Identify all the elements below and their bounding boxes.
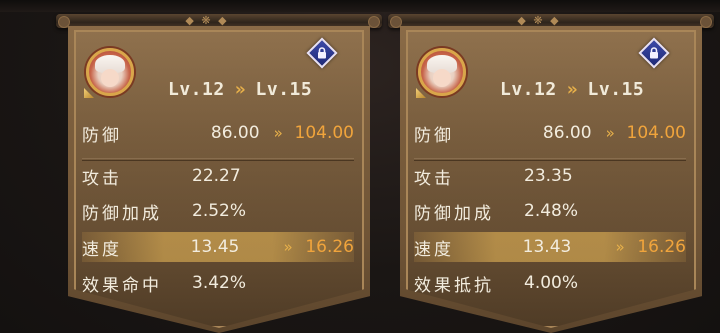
character-portrait[interactable] xyxy=(418,48,466,96)
substat-row-highlighted: 速度 13.45 » 16.26 xyxy=(82,232,354,262)
stat-label: 效果抵抗 xyxy=(414,275,494,296)
stat-value: 23.35 xyxy=(524,166,573,186)
stat-label: 防御 xyxy=(414,125,454,146)
stat-next-value: 16.26 xyxy=(637,237,686,257)
stat-label: 速度 xyxy=(414,239,454,260)
substat-row: 效果抵抗 4.00% xyxy=(414,268,686,298)
upgrade-arrow-icon: » xyxy=(283,238,293,256)
stat-label: 效果命中 xyxy=(82,275,162,296)
stat-label: 速度 xyxy=(82,239,122,260)
substat-row: 攻击 22.27 xyxy=(82,158,354,191)
upgrade-arrow-icon: » xyxy=(273,124,283,142)
stat-value: 4.00% xyxy=(524,273,579,293)
substat-row: 攻击 23.35 xyxy=(414,158,686,191)
stat-label: 防御 xyxy=(82,125,122,146)
stat-value: 2.48% xyxy=(524,201,579,221)
stat-value: 13.45 xyxy=(190,237,240,257)
main-stat-row: 防御 86.00 » 104.00 xyxy=(414,118,686,148)
lock-icon xyxy=(645,44,663,62)
character-portrait[interactable] xyxy=(86,48,134,96)
substat-row: 防御加成 2.48% xyxy=(414,196,686,226)
level-from: Lv.12 xyxy=(500,78,557,100)
substat-row: 防御加成 2.52% xyxy=(82,196,354,226)
stat-value: 22.27 xyxy=(192,166,241,186)
stat-next-value: 16.26 xyxy=(305,237,354,257)
banner-rod: ◆ ❋ ◆ xyxy=(388,14,714,28)
stat-value: 13.43 xyxy=(522,237,572,257)
level-progression: Lv.12 » Lv.15 xyxy=(168,74,312,104)
stat-label: 攻击 xyxy=(414,168,454,189)
level-from: Lv.12 xyxy=(168,78,225,100)
stat-label: 防御加成 xyxy=(414,203,494,224)
lock-icon xyxy=(313,44,331,62)
level-arrow-icon: » xyxy=(234,78,246,100)
stat-value: 3.42% xyxy=(192,273,247,293)
stat-value: 86.00 xyxy=(542,123,592,143)
banner-body: Lv.12 » Lv.15 防御 86.00 » 104.00 攻击 23.35… xyxy=(400,26,702,333)
banner-rod: ◆ ❋ ◆ xyxy=(56,14,382,28)
stat-next-value: 104.00 xyxy=(626,123,686,143)
upgrade-arrow-icon: » xyxy=(615,238,625,256)
level-progression: Lv.12 » Lv.15 xyxy=(500,74,644,104)
upgrade-arrow-icon: » xyxy=(605,124,615,142)
stat-label: 防御加成 xyxy=(82,203,162,224)
stat-value: 2.52% xyxy=(192,201,247,221)
banner-body: Lv.12 » Lv.15 防御 86.00 » 104.00 攻击 22.27… xyxy=(68,26,370,333)
level-to: Lv.15 xyxy=(587,78,645,100)
stat-value: 86.00 xyxy=(210,123,260,143)
substat-row-highlighted: 速度 13.43 » 16.26 xyxy=(414,232,686,262)
level-to: Lv.15 xyxy=(255,78,313,100)
equipment-panel-right: ◆ ❋ ◆ Lv.12 » Lv.15 防御 86.00 » 104.00 攻击… xyxy=(388,14,714,333)
main-stat-row: 防御 86.00 » 104.00 xyxy=(82,118,354,148)
stat-label: 攻击 xyxy=(82,168,122,189)
level-arrow-icon: » xyxy=(566,78,578,100)
stat-next-value: 104.00 xyxy=(294,123,354,143)
top-bar xyxy=(0,0,720,12)
substat-row: 效果命中 3.42% xyxy=(82,268,354,298)
equipment-panel-left: ◆ ❋ ◆ Lv.12 » Lv.15 防御 86.00 » 104.00 攻击… xyxy=(56,14,382,333)
